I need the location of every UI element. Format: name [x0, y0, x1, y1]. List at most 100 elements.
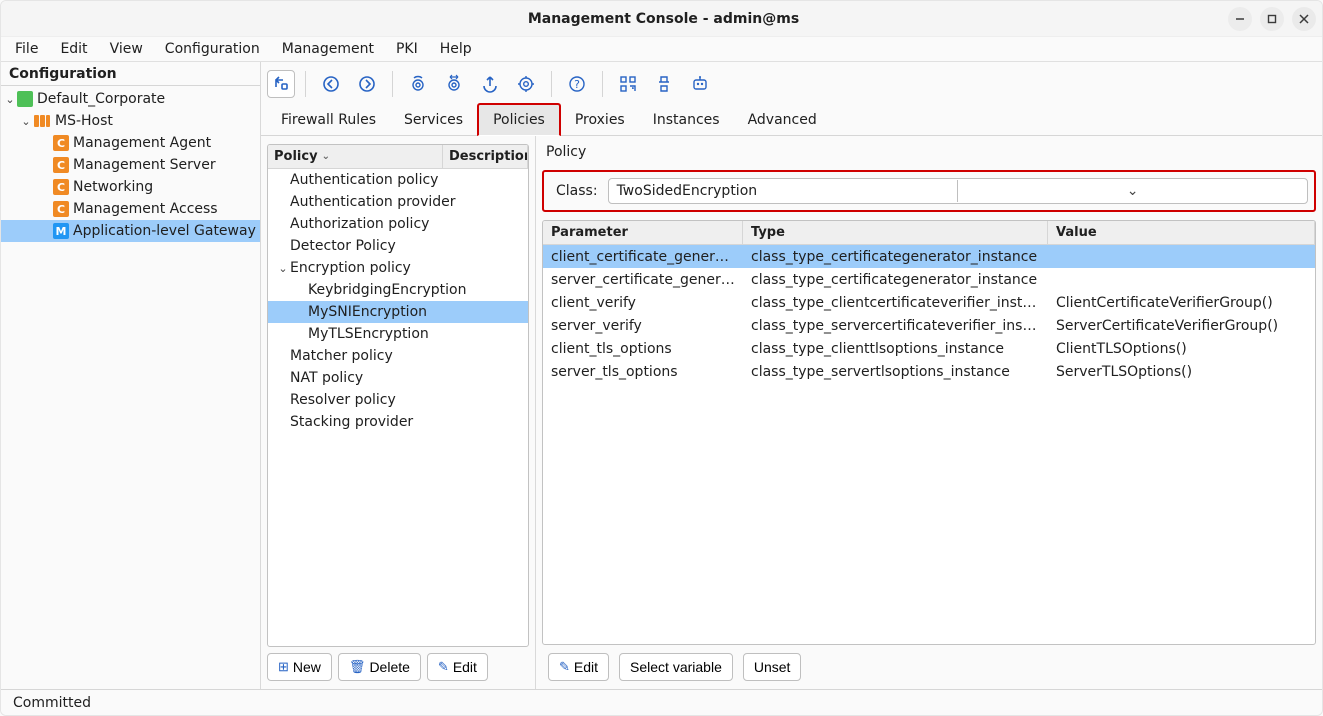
- policy-row[interactable]: MyTLSEncryption: [268, 323, 528, 345]
- robot-icon[interactable]: [685, 70, 715, 98]
- param-row[interactable]: server_tls_optionsclass_type_servertlsop…: [543, 360, 1315, 383]
- maximize-icon[interactable]: [1260, 7, 1284, 31]
- tabbar: Firewall Rules Services Policies Proxies…: [261, 102, 1322, 136]
- class-value: TwoSidedEncryption: [609, 180, 958, 202]
- tab-firewall-rules[interactable]: Firewall Rules: [267, 105, 390, 135]
- param-cell-parameter: server_verify: [543, 318, 743, 334]
- policy-header-policy[interactable]: Policy: [274, 149, 318, 164]
- tree-component-label: Management Access: [73, 201, 218, 217]
- delete-button[interactable]: 🗑 Delete: [338, 653, 421, 681]
- policy-row-label: Authentication provider: [290, 194, 456, 210]
- menu-file[interactable]: File: [5, 39, 48, 59]
- param-row[interactable]: client_certificate_generatorclass_type_c…: [543, 245, 1315, 268]
- param-header-type[interactable]: Type: [743, 221, 1048, 244]
- param-row[interactable]: client_verifyclass_type_clientcertificat…: [543, 291, 1315, 314]
- param-cell-parameter: server_certificate_generator: [543, 272, 743, 288]
- detail-edit-button[interactable]: ✎ Edit: [548, 653, 609, 681]
- python-icon[interactable]: [649, 70, 679, 98]
- policy-row[interactable]: Authentication provider: [268, 191, 528, 213]
- detail-panel: Policy Class: TwoSidedEncryption ⌄ Param…: [536, 136, 1322, 689]
- sidebar-title: Configuration: [1, 62, 260, 86]
- chevron-down-icon[interactable]: ⌄: [3, 93, 17, 106]
- new-button[interactable]: ⊞ New: [267, 653, 332, 681]
- tree-component-label: Management Agent: [73, 135, 211, 151]
- back-icon[interactable]: [316, 70, 346, 98]
- titlebar: Management Console - admin@ms: [1, 1, 1322, 37]
- parent-icon[interactable]: [267, 70, 295, 98]
- policy-row[interactable]: KeybridgingEncryption: [268, 279, 528, 301]
- status-text: Committed: [13, 695, 91, 711]
- svg-text:?: ?: [574, 78, 580, 91]
- param-header-value[interactable]: Value: [1048, 221, 1315, 244]
- tree-root[interactable]: ⌄ Default_Corporate: [1, 88, 260, 110]
- policy-row[interactable]: Authorization policy: [268, 213, 528, 235]
- forward-icon[interactable]: [352, 70, 382, 98]
- menu-pki[interactable]: PKI: [386, 39, 428, 59]
- policy-row[interactable]: ⌄Encryption policy: [268, 257, 528, 279]
- policy-row-label: KeybridgingEncryption: [308, 282, 467, 298]
- param-row[interactable]: server_certificate_generatorclass_type_c…: [543, 268, 1315, 291]
- menu-management[interactable]: Management: [272, 39, 384, 59]
- menu-help[interactable]: Help: [430, 39, 482, 59]
- edit-button-label: Edit: [453, 659, 477, 675]
- tab-advanced[interactable]: Advanced: [734, 105, 831, 135]
- class-label: Class:: [550, 183, 598, 199]
- tab-instances[interactable]: Instances: [639, 105, 734, 135]
- tree-component[interactable]: C Networking: [1, 176, 260, 198]
- param-table: Parameter Type Value client_certificate_…: [542, 220, 1316, 645]
- policy-row-label: Detector Policy: [290, 238, 396, 254]
- param-header-parameter[interactable]: Parameter: [543, 221, 743, 244]
- tree-component[interactable]: C Management Server: [1, 154, 260, 176]
- class-chooser: Class: TwoSidedEncryption ⌄: [542, 170, 1316, 212]
- policy-row[interactable]: Detector Policy: [268, 235, 528, 257]
- qr-icon[interactable]: [613, 70, 643, 98]
- param-row[interactable]: client_tls_optionsclass_type_clienttlsop…: [543, 337, 1315, 360]
- gear-icon[interactable]: [511, 70, 541, 98]
- minimize-icon[interactable]: [1228, 7, 1252, 31]
- separator: [392, 71, 393, 97]
- param-cell-parameter: client_tls_options: [543, 341, 743, 357]
- upload-gear-icon[interactable]: [475, 70, 505, 98]
- policy-row-label: Resolver policy: [290, 392, 396, 408]
- help-gear-icon[interactable]: ?: [562, 70, 592, 98]
- delete-button-label: Delete: [369, 659, 409, 675]
- tab-policies[interactable]: Policies: [477, 103, 561, 136]
- edit-button[interactable]: ✎ Edit: [427, 653, 488, 681]
- statusbar: Committed: [1, 689, 1322, 715]
- select-variable-button[interactable]: Select variable: [619, 653, 733, 681]
- chevron-down-icon[interactable]: ⌄: [276, 262, 290, 275]
- tree-host[interactable]: ⌄ MS-Host: [1, 110, 260, 132]
- policy-row[interactable]: MySNIEncryption: [268, 301, 528, 323]
- chevron-down-icon[interactable]: ⌄: [957, 180, 1307, 202]
- param-cell-type: class_type_servertlsoptions_instance: [743, 364, 1048, 380]
- sidebar: Configuration ⌄ Default_Corporate ⌄ MS-H…: [1, 62, 261, 689]
- policy-header-description[interactable]: Description: [443, 145, 528, 168]
- tab-proxies[interactable]: Proxies: [561, 105, 639, 135]
- policy-row[interactable]: NAT policy: [268, 367, 528, 389]
- policy-row[interactable]: Matcher policy: [268, 345, 528, 367]
- component-icon: C: [53, 179, 69, 195]
- close-icon[interactable]: [1292, 7, 1316, 31]
- pencil-icon: ✎: [438, 659, 449, 675]
- detail-title: Policy: [536, 136, 1322, 170]
- sort-desc-icon[interactable]: ⌄: [322, 151, 330, 162]
- policy-row[interactable]: Authentication policy: [268, 169, 528, 191]
- gear-exchange-icon[interactable]: [439, 70, 469, 98]
- policy-row[interactable]: Resolver policy: [268, 389, 528, 411]
- unset-button[interactable]: Unset: [743, 653, 802, 681]
- tree-component[interactable]: C Management Agent: [1, 132, 260, 154]
- param-row[interactable]: server_verifyclass_type_servercertificat…: [543, 314, 1315, 337]
- tree-component[interactable]: M Application-level Gateway: [1, 220, 260, 242]
- unset-label: Unset: [754, 659, 791, 675]
- chevron-down-icon[interactable]: ⌄: [19, 115, 33, 128]
- tree-component[interactable]: C Management Access: [1, 198, 260, 220]
- class-select[interactable]: TwoSidedEncryption ⌄: [608, 178, 1308, 204]
- menu-view[interactable]: View: [100, 39, 153, 59]
- tree-host-label: MS-Host: [55, 113, 113, 129]
- tree-component-label: Application-level Gateway: [73, 223, 256, 239]
- tab-services[interactable]: Services: [390, 105, 477, 135]
- view-gear-icon[interactable]: [403, 70, 433, 98]
- policy-row[interactable]: Stacking provider: [268, 411, 528, 433]
- menu-edit[interactable]: Edit: [50, 39, 97, 59]
- menu-configuration[interactable]: Configuration: [155, 39, 270, 59]
